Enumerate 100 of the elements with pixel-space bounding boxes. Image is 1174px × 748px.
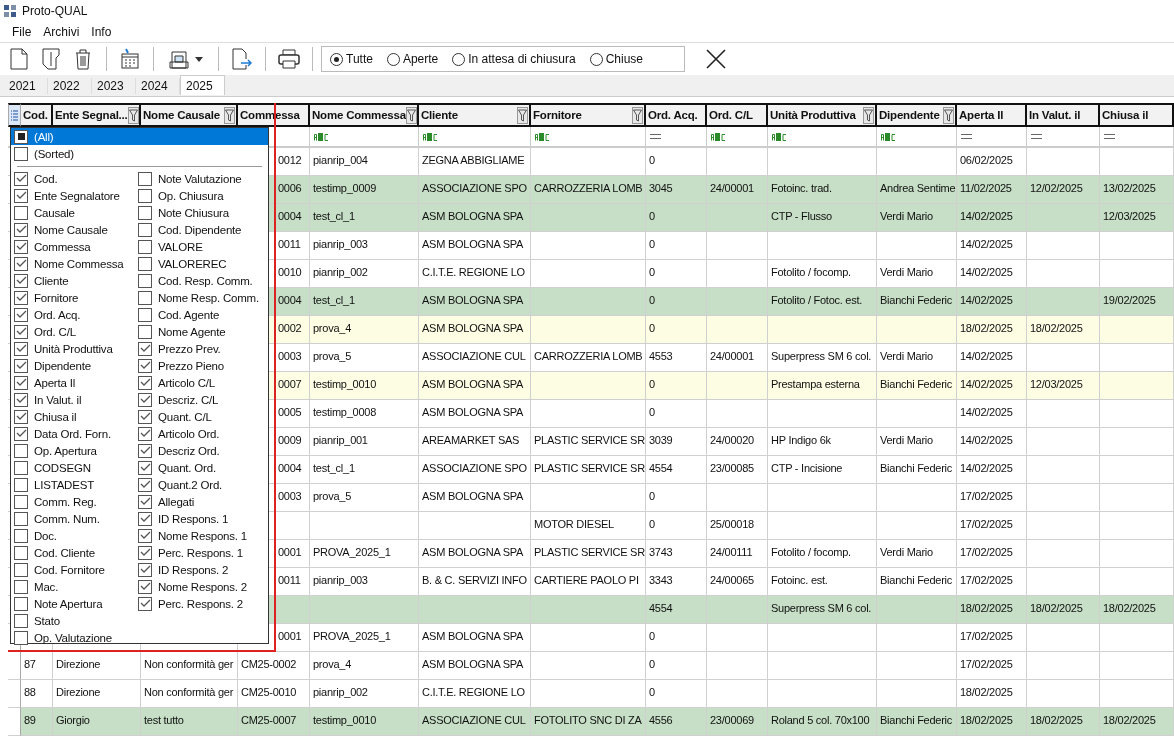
table-cell: test_cl_1 bbox=[310, 204, 419, 232]
table-cell: 0 bbox=[646, 288, 707, 316]
checkmark-icon bbox=[139, 378, 151, 387]
table-cell: 24/00020 bbox=[707, 428, 768, 456]
text-filter-icon[interactable] bbox=[535, 132, 550, 141]
column-checkbox[interactable]: Ord. Acq. bbox=[11, 306, 135, 323]
column-header[interactable]: Ord. C/L bbox=[707, 103, 768, 127]
column-checkbox[interactable]: Causale bbox=[11, 204, 135, 221]
table-cell: 23/00085 bbox=[707, 456, 768, 484]
column-checkbox[interactable]: Note Apertura bbox=[11, 595, 135, 612]
table-cell: Non conformità ger bbox=[141, 652, 238, 680]
column-checkbox[interactable]: Comm. Reg. bbox=[11, 493, 135, 510]
year-tab[interactable]: 2023 bbox=[92, 78, 136, 94]
list-item[interactable]: (All) bbox=[11, 128, 268, 145]
column-header[interactable]: Aperta Il bbox=[957, 103, 1027, 127]
filter-button[interactable] bbox=[127, 106, 139, 124]
column-checkbox[interactable]: Dipendente bbox=[11, 357, 135, 374]
radio-button[interactable]: Aperte bbox=[386, 52, 439, 66]
column-checkbox[interactable]: Perc. Respons. 2 bbox=[135, 595, 267, 612]
table-cell: 17/02/2025 bbox=[957, 568, 1027, 596]
column-checkbox[interactable]: Aperta Il bbox=[11, 374, 135, 391]
menu-item[interactable]: Archivi bbox=[37, 25, 86, 39]
table-cell: 18/02/2025 bbox=[957, 708, 1027, 736]
column-checkbox[interactable]: Fornitore bbox=[11, 289, 135, 306]
equals-filter-icon[interactable] bbox=[961, 134, 972, 139]
column-checkbox[interactable]: Cod. Cliente bbox=[11, 544, 135, 561]
table-cell: 14/02/2025 bbox=[957, 456, 1027, 484]
column-checkbox[interactable]: LISTADEST bbox=[11, 476, 135, 493]
column-header[interactable]: Cod. bbox=[21, 103, 53, 127]
table-cell: 18/02/2025 bbox=[957, 316, 1027, 344]
column-chooser-icon[interactable] bbox=[11, 109, 18, 121]
table-cell: CARTIERE PAOLO PI bbox=[531, 568, 646, 596]
table-cell: testimp_0008 bbox=[310, 400, 419, 428]
radio-button[interactable]: In attesa di chiusura bbox=[452, 52, 576, 66]
column-checkbox[interactable]: ID Respons. 1 bbox=[135, 510, 267, 527]
column-header[interactable]: Ord. Acq. bbox=[646, 103, 707, 127]
equals-filter-icon[interactable] bbox=[1031, 134, 1042, 139]
filter-button[interactable] bbox=[405, 106, 417, 124]
column-checkbox[interactable]: Op. Apertura bbox=[11, 442, 135, 459]
text-filter-icon[interactable] bbox=[711, 132, 726, 141]
text-filter-icon[interactable] bbox=[881, 132, 896, 141]
close-icon bbox=[706, 49, 726, 69]
column-checkbox[interactable]: Comm. Num. bbox=[11, 510, 135, 527]
text-filter-icon[interactable] bbox=[772, 132, 787, 141]
table-cell: PLASTIC SERVICE SR bbox=[531, 456, 646, 484]
column-checkbox[interactable]: Ente Segnalatore bbox=[11, 187, 135, 204]
checkmark-icon bbox=[15, 327, 27, 336]
column-checkbox[interactable]: Mac. bbox=[11, 578, 135, 595]
column-checkbox[interactable]: Stato bbox=[11, 612, 135, 629]
filter-button[interactable] bbox=[517, 106, 528, 124]
table-cell: FOTOLITO SNC DI ZA bbox=[531, 708, 646, 736]
table-cell: 24/00111 bbox=[707, 540, 768, 568]
column-header[interactable]: Cliente bbox=[421, 109, 458, 121]
text-filter-icon[interactable] bbox=[314, 132, 329, 141]
column-checkbox[interactable]: CODSEGN bbox=[11, 459, 135, 476]
table-cell: 0 bbox=[646, 400, 707, 428]
column-checkbox[interactable]: Doc. bbox=[11, 527, 135, 544]
filter-button[interactable] bbox=[224, 106, 235, 124]
filter-button[interactable] bbox=[943, 106, 954, 124]
table-cell: CTP - Incisione bbox=[768, 456, 877, 484]
filter-button[interactable] bbox=[863, 106, 874, 124]
column-checkbox[interactable]: Nome Causale bbox=[11, 221, 135, 238]
menu-item[interactable]: Info bbox=[85, 25, 118, 39]
column-checkbox[interactable]: Commessa bbox=[11, 238, 135, 255]
column-checkbox[interactable]: Nome Commessa bbox=[11, 255, 135, 272]
table-cell bbox=[707, 260, 768, 288]
table-cell: Bianchi Federic bbox=[877, 288, 957, 316]
text-filter-icon[interactable] bbox=[423, 132, 438, 141]
year-tab[interactable]: 2021 bbox=[4, 78, 48, 94]
column-checkbox[interactable]: Cod. bbox=[11, 170, 135, 187]
table-cell: 0 bbox=[646, 232, 707, 260]
table-cell: HP Indigo 6k bbox=[768, 428, 877, 456]
table-cell: 18/02/2025 bbox=[1027, 316, 1100, 344]
table-cell: ASSOCIAZIONE CUL bbox=[419, 708, 531, 736]
radio-button[interactable]: Tutte bbox=[330, 52, 373, 66]
column-checkbox[interactable]: Unità Produttiva bbox=[11, 340, 135, 357]
column-checkbox[interactable]: Op. Valutazione bbox=[11, 629, 135, 646]
column-checkbox[interactable]: Chiusa il bbox=[11, 408, 135, 425]
table-cell: ASM BOLOGNA SPA bbox=[419, 484, 531, 512]
column-checkbox[interactable]: Data Ord. Forn. bbox=[11, 425, 135, 442]
checkmark-icon bbox=[15, 276, 27, 285]
table-cell: C.I.T.E. REGIONE LO bbox=[419, 260, 531, 288]
column-checkbox[interactable]: In Valut. il bbox=[11, 391, 135, 408]
column-header[interactable]: Chiusa il bbox=[1100, 103, 1174, 127]
column-checkbox[interactable]: Ord. C/L bbox=[11, 323, 135, 340]
checkmark-icon bbox=[139, 463, 151, 472]
column-checkbox[interactable]: Cod. Fornitore bbox=[11, 561, 135, 578]
column-header[interactable]: In Valut. il bbox=[1027, 103, 1100, 127]
column-checkbox[interactable]: Cliente bbox=[11, 272, 135, 289]
year-tab[interactable]: 2025 bbox=[180, 75, 225, 95]
checkmark-icon bbox=[139, 344, 151, 353]
table-cell: Andrea Sentime bbox=[877, 176, 957, 204]
filter-button[interactable] bbox=[632, 106, 643, 124]
equals-filter-icon[interactable] bbox=[650, 134, 661, 139]
radio-button[interactable]: Chiuse bbox=[589, 52, 644, 66]
equals-filter-icon[interactable] bbox=[1104, 134, 1115, 139]
checkmark-icon bbox=[139, 548, 151, 557]
year-tab[interactable]: 2022 bbox=[48, 78, 92, 94]
checkmark-icon bbox=[15, 429, 27, 438]
menu-item[interactable]: File bbox=[6, 25, 38, 39]
